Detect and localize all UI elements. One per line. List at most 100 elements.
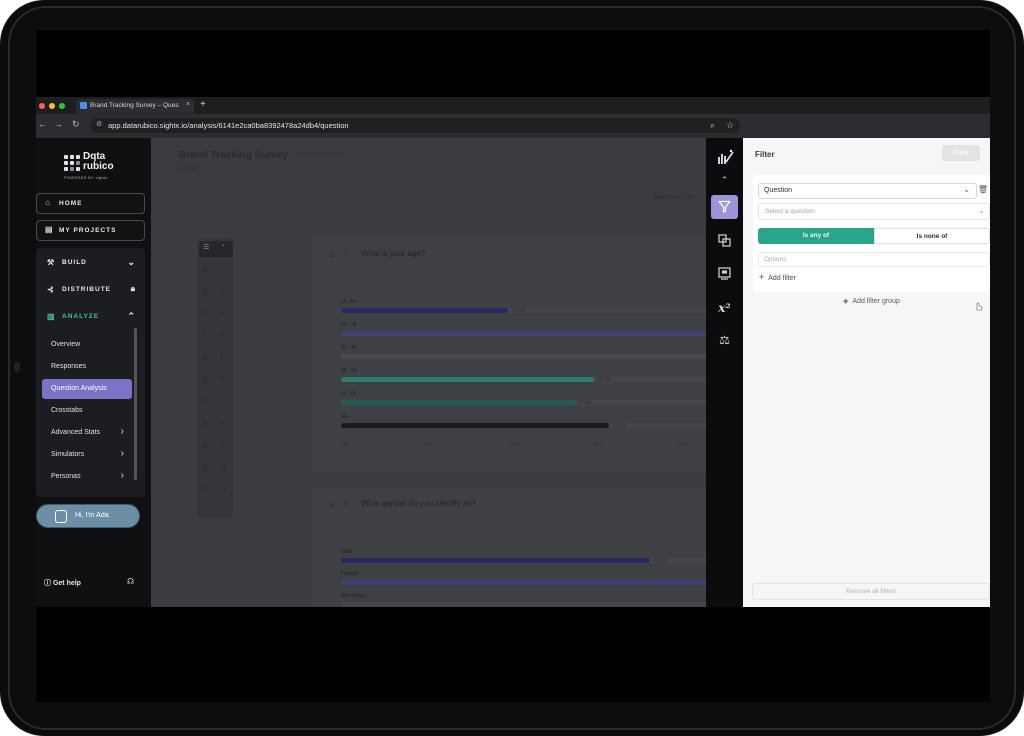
trash-icon[interactable]: 🗑︎	[978, 185, 988, 194]
bar[interactable]	[341, 558, 650, 563]
question-list-number: 10	[220, 465, 227, 471]
question-list-number: 3	[220, 311, 224, 317]
question-list-item[interactable]: ☰ 3	[201, 309, 231, 321]
nav-item-question-analysis[interactable]: Question Analysis	[42, 379, 132, 399]
sidebar: Dqta rubico POWERED BY sightx ⌂ HOME ▤ M…	[36, 138, 151, 607]
my-projects-button[interactable]: ▤ MY PROJECTS	[36, 220, 145, 241]
filter-icon[interactable]	[711, 195, 738, 219]
survey-type-tag: EXPLORATORY	[298, 152, 343, 158]
bar[interactable]	[341, 308, 508, 313]
chevron-right-icon: ›	[120, 448, 124, 459]
nav-item-crosstabs[interactable]: Crosstabs	[42, 401, 132, 421]
bar[interactable]	[341, 331, 706, 336]
question-select[interactable]: Select a question ⌄	[758, 203, 990, 220]
get-help-link[interactable]: ⓘ Get help	[44, 578, 81, 588]
tab-close-icon[interactable]: ×	[186, 101, 190, 108]
list-icon: ☰	[202, 421, 209, 428]
logo-mark-icon	[64, 155, 80, 173]
question-list-item[interactable]: ☰ 10	[201, 463, 231, 475]
close-window-dot[interactable]	[39, 103, 45, 109]
home-button[interactable]: ⌂ HOME	[36, 193, 145, 214]
nav-analyze[interactable]: ▥ ANALYZE ⌃	[36, 306, 145, 328]
superscript-x2-icon[interactable]: x²	[711, 296, 738, 320]
question-list: ☰ › ☰ 1 ☰ 2 ☰ 3 T 4 ☰ 5 ☰ 6 ☰ 7 ☰ 8 ☰ 9 ☰ 10 ☰ 11	[197, 238, 233, 518]
zoom-icon[interactable]: ⌕	[710, 120, 715, 131]
nav-distribute[interactable]: ⊰ DISTRIBUTE 🔒︎	[36, 279, 145, 301]
browser-tab[interactable]: Brand Tracking Survey – Ques ×	[76, 99, 194, 114]
support-icon[interactable]: ☊	[127, 577, 134, 586]
back-arrow-icon[interactable]: ←	[38, 119, 47, 129]
question-list-item[interactable]: ☰ 7	[201, 397, 231, 409]
nav-scrollbar[interactable]	[134, 328, 137, 480]
main-content: Brand Tracking Survey EXPLORATORY Live a…	[151, 138, 706, 607]
nav-item-advanced-stats[interactable]: Advanced Stats ›	[42, 423, 132, 443]
question-card-1: ☰ 1 What is your age? 18 -24 19.9% 25 - 34…	[311, 238, 706, 472]
is-none-of-toggle[interactable]: Is none of	[874, 228, 990, 244]
filter-panel: Filter Apply Question ⌄ 🗑︎ Select a ques…	[743, 138, 990, 607]
new-tab-button[interactable]: +	[200, 99, 206, 110]
forward-arrow-icon[interactable]: →	[54, 119, 63, 129]
maximize-window-dot[interactable]	[59, 103, 65, 109]
chevron-down-icon: ⌄	[127, 257, 135, 267]
question-list-item[interactable]: ☰ 1	[201, 265, 231, 277]
question-list-item[interactable]: ☰ 6	[201, 375, 231, 387]
question-list-item[interactable]: ☰ 2	[201, 287, 231, 299]
dashboard-icon[interactable]	[711, 262, 738, 286]
tool-rail: ⌃ x² ⚖	[706, 138, 743, 607]
axis-tick-label: 0%	[341, 442, 349, 448]
bar-label: 45 - 54	[341, 368, 357, 374]
bar[interactable]	[341, 377, 594, 382]
is-any-of-toggle[interactable]: Is any of	[758, 228, 874, 244]
tablet-side-button	[14, 362, 20, 372]
bar[interactable]	[341, 580, 706, 585]
nav-build[interactable]: ⚒ BUILD ⌄	[36, 252, 145, 274]
question-list-item[interactable]: ☰ 8	[201, 419, 231, 431]
options-select[interactable]: Options	[758, 252, 990, 267]
question-list-item[interactable]: ☰ 11	[201, 485, 231, 497]
list-icon: ☰	[202, 487, 209, 494]
question-list-item[interactable]: ☰ 9	[201, 441, 231, 453]
question-list-toggle[interactable]: ☰ ›	[199, 241, 233, 257]
filter-title: Filter	[755, 150, 775, 159]
app-window: Dqta rubico POWERED BY sightx ⌂ HOME ▤ M…	[36, 138, 990, 607]
add-filter-button[interactable]: + Add filter	[759, 272, 796, 282]
ada-assistant-button[interactable]: Hi, I'm Ada	[36, 504, 140, 528]
bookmark-star-icon[interactable]: ☆	[726, 120, 734, 131]
chevron-down-icon: ⌄	[978, 206, 985, 215]
chevron-up-icon[interactable]: ⌃	[711, 170, 738, 194]
add-filter-group-button[interactable]: ◈ Add filter group	[843, 297, 900, 305]
axis-tick-label: 5%	[425, 442, 433, 448]
compare-icon[interactable]	[711, 229, 738, 253]
nav-item-responses[interactable]: Responses	[42, 357, 132, 377]
bar-label: 25 - 34	[341, 322, 357, 328]
question-list-item[interactable]: T4	[201, 331, 231, 343]
text-question-icon: T	[202, 332, 207, 339]
nav-item-personas[interactable]: Personas ›	[42, 467, 132, 487]
nav-item-overview[interactable]: Overview	[42, 335, 132, 355]
question-card-2: ☰ 2 What gender do you identify as? Male…	[311, 488, 706, 607]
remove-all-filters-button[interactable]: Remove all filters	[752, 583, 990, 600]
bar-value: 29.9%	[597, 377, 612, 383]
date-range-control[interactable]: Start Date / Ei	[653, 194, 693, 201]
tab-title: Brand Tracking Survey – Ques	[90, 102, 179, 109]
bar[interactable]	[341, 354, 706, 359]
site-info-icon[interactable]: ⚙	[96, 120, 102, 128]
bar-track	[341, 602, 706, 607]
build-icon: ⚒	[47, 258, 55, 267]
apply-button[interactable]: Apply	[942, 145, 980, 161]
reload-icon[interactable]: ↻	[72, 119, 80, 130]
minimize-window-dot[interactable]	[49, 103, 55, 109]
bar[interactable]	[341, 400, 575, 405]
balance-scale-icon[interactable]: ⚖	[711, 328, 738, 352]
nav-item-simulators[interactable]: Simulators ›	[42, 445, 132, 465]
chevron-right-icon: ›	[120, 426, 124, 437]
bar[interactable]	[341, 423, 609, 428]
url-text: app.datarubico.sightx.io/analysis/6141e2…	[108, 121, 349, 130]
help-icon: ⓘ	[44, 580, 51, 587]
magic-wand-chart-icon[interactable]	[711, 144, 738, 168]
url-field[interactable]: ⚙ app.datarubico.sightx.io/analysis/6141…	[90, 118, 740, 133]
question-list-item[interactable]: ☰ 5	[201, 353, 231, 365]
filter-type-select[interactable]: Question ⌄	[758, 183, 977, 199]
list-icon: ☰	[329, 252, 336, 259]
home-icon: ⌂	[45, 198, 50, 207]
